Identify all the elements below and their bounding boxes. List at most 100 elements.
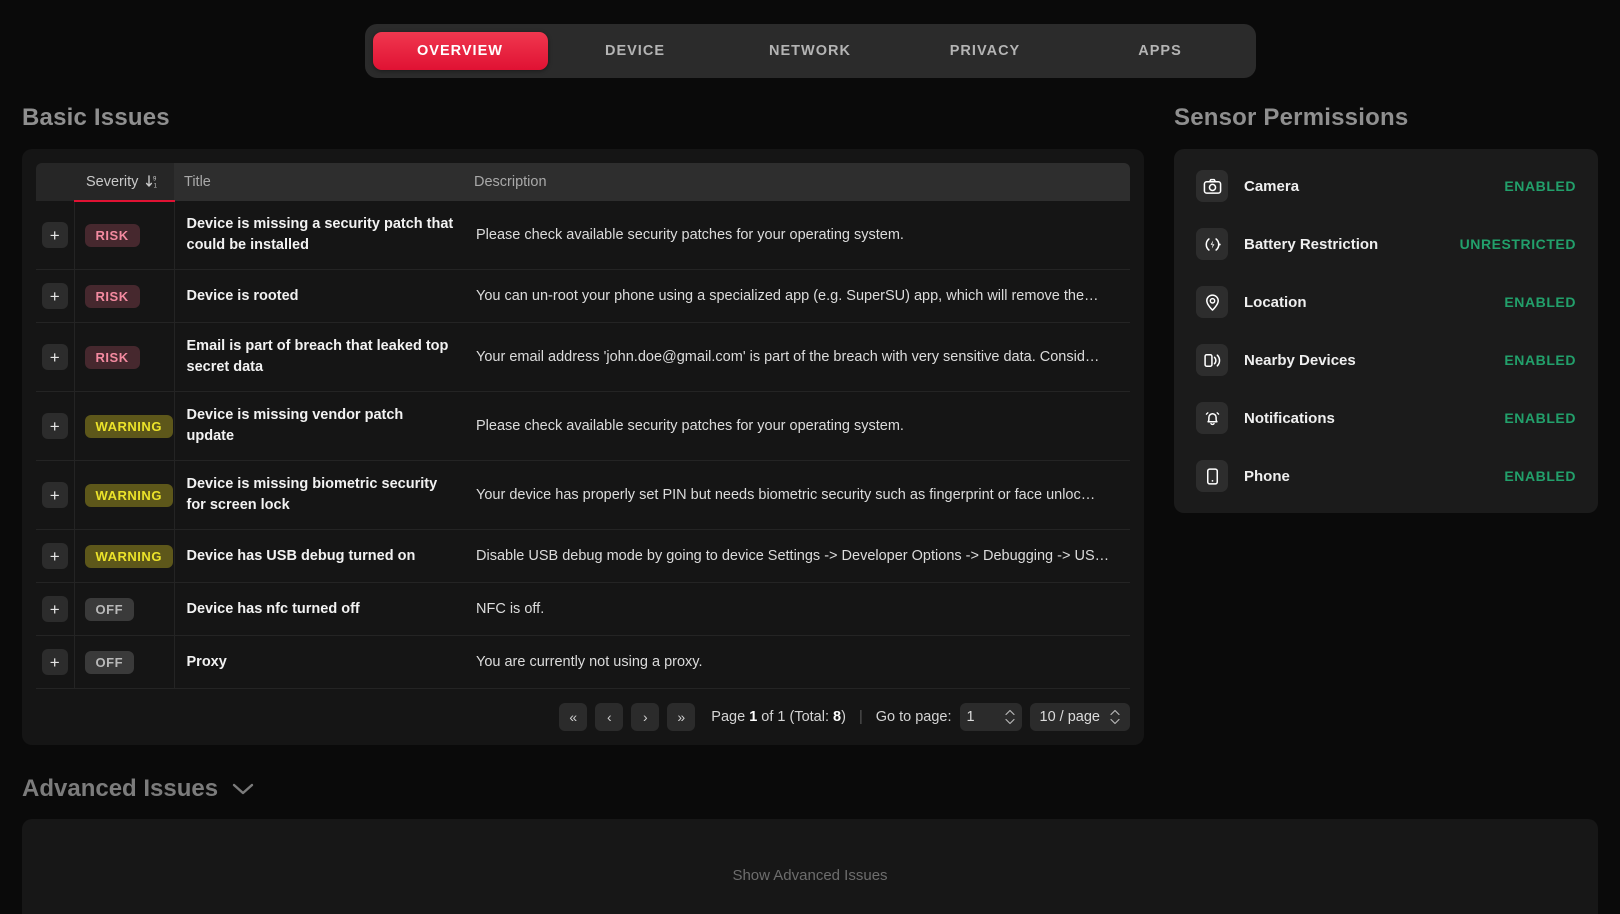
- table-row: + WARNING Device is missing vendor patch u…: [36, 391, 1130, 461]
- page-title: Basic Issues: [22, 104, 170, 131]
- column-header-title[interactable]: Title: [174, 163, 464, 201]
- status-badge: WARNING: [84, 544, 173, 568]
- pagination-last-button[interactable]: »: [667, 703, 696, 732]
- expand-cell: +: [36, 529, 74, 583]
- issue-title: Email is part of breach that leaked top …: [174, 322, 464, 392]
- chevron-down-icon[interactable]: [232, 782, 254, 796]
- nearby-devices-icon: [1196, 344, 1228, 376]
- pagination-divider: |: [858, 709, 863, 726]
- issue-title: Device is missing vendor patch update: [174, 391, 464, 461]
- table-row: + OFF Proxy You are currently not using a p…: [36, 635, 1130, 689]
- pagination-prev-button[interactable]: ‹: [595, 703, 624, 732]
- sensor-permission-row[interactable]: Battery Restriction UNRESTRICTED: [1196, 215, 1576, 273]
- sensor-permission-row[interactable]: Phone ENABLED: [1196, 447, 1576, 505]
- sensor-permission-row[interactable]: Notifications ENABLED: [1196, 389, 1576, 447]
- expand-cell: +: [36, 582, 74, 636]
- table-row: + WARNING Device is missing biometric secu…: [36, 460, 1130, 530]
- expand-cell: +: [36, 201, 74, 270]
- sensor-permissions-title: Sensor Permissions: [1174, 104, 1409, 131]
- sort-descending-icon[interactable]: 9 1: [145, 174, 159, 189]
- sensor-status: ENABLED: [1504, 468, 1576, 484]
- pagination-next-button[interactable]: ›: [631, 703, 660, 732]
- issue-title: Device is rooted: [174, 269, 464, 323]
- severity-cell: WARNING: [73, 529, 175, 583]
- issue-description: You can un-root your phone using a speci…: [464, 269, 1130, 323]
- sensor-status: ENABLED: [1504, 410, 1576, 426]
- status-badge: WARNING: [84, 483, 173, 507]
- table-row: + WARNING Device has USB debug turned on Di…: [36, 529, 1130, 583]
- table-row: + RISK Device is rooted You can un-root you…: [36, 269, 1130, 323]
- show-advanced-issues-label: Show Advanced Issues: [732, 866, 888, 884]
- table-body: + RISK Device is missing a security patch …: [36, 201, 1130, 689]
- chevron-updown-icon[interactable]: [1110, 709, 1120, 725]
- tab-network[interactable]: NETWORK: [723, 32, 898, 70]
- expand-cell: +: [36, 460, 74, 530]
- sensor-permission-row[interactable]: Location ENABLED: [1196, 273, 1576, 331]
- tabbar: OVERVIEW DEVICE NETWORK PRIVACY APPS: [364, 24, 1256, 78]
- basic-issues-column: Basic Issues Severity 9 1 Title Descript…: [22, 104, 1144, 746]
- severity-cell: RISK: [73, 201, 175, 270]
- status-badge: RISK: [84, 284, 140, 308]
- pagination: « ‹ › » Page 1 of 1 (Total: 8) | Go to p…: [36, 688, 1130, 745]
- sensor-permissions-card: Camera ENABLED Battery Restriction UNRESTRI…: [1174, 149, 1598, 513]
- sensor-label: Nearby Devices: [1244, 351, 1356, 369]
- severity-cell: RISK: [73, 269, 175, 323]
- expand-row-button[interactable]: +: [41, 413, 68, 440]
- table-row: + RISK Device is missing a security patch …: [36, 201, 1130, 270]
- stepper-icon[interactable]: [1004, 709, 1015, 725]
- camera-icon: [1196, 170, 1228, 202]
- pagination-first-button[interactable]: «: [559, 703, 588, 732]
- goto-page-label: Go to page:: [875, 709, 952, 726]
- sensor-label: Notifications: [1244, 409, 1335, 427]
- severity-cell: WARNING: [73, 460, 175, 530]
- expand-row-button[interactable]: +: [41, 482, 68, 509]
- page-size-select[interactable]: 10 / page: [1029, 703, 1130, 732]
- status-badge: OFF: [84, 650, 135, 674]
- sensor-permission-row[interactable]: Camera ENABLED: [1196, 157, 1576, 215]
- tab-overview[interactable]: OVERVIEW: [372, 32, 548, 70]
- expand-row-button[interactable]: +: [41, 649, 68, 676]
- column-header-severity[interactable]: Severity 9 1: [74, 163, 174, 202]
- sensor-status: ENABLED: [1504, 178, 1576, 194]
- main-content: Basic Issues Severity 9 1 Title Descript…: [0, 104, 1620, 746]
- severity-cell: OFF: [73, 582, 175, 636]
- svg-text:1: 1: [154, 183, 158, 189]
- expand-row-button[interactable]: +: [41, 543, 68, 570]
- pagination-total: 8: [833, 709, 842, 726]
- advanced-issues-panel[interactable]: Show Advanced Issues: [22, 819, 1598, 914]
- tab-device[interactable]: DEVICE: [548, 32, 723, 70]
- issue-title: Device has USB debug turned on: [174, 529, 464, 583]
- issue-description: Your email address 'john.doe@gmail.com' …: [464, 322, 1130, 392]
- issue-title: Device has nfc turned off: [174, 582, 464, 636]
- status-badge: OFF: [84, 597, 135, 621]
- sensor-status: ENABLED: [1504, 352, 1576, 368]
- sensor-status: UNRESTRICTED: [1459, 236, 1576, 252]
- issue-description: You are currently not using a proxy.: [464, 635, 1130, 689]
- issue-description: Disable USB debug mode by going to devic…: [464, 529, 1130, 583]
- tab-apps[interactable]: APPS: [1073, 32, 1248, 70]
- battery-icon: [1196, 228, 1228, 260]
- advanced-issues-header[interactable]: Advanced Issues: [22, 775, 1620, 803]
- issue-description: Please check available security patches …: [464, 391, 1130, 461]
- column-header-description[interactable]: Description: [464, 163, 1130, 201]
- issue-title: Device is missing biometric security for…: [174, 460, 464, 530]
- expand-row-button[interactable]: +: [41, 222, 68, 249]
- sensor-permission-row[interactable]: Nearby Devices ENABLED: [1196, 331, 1576, 389]
- expand-row-button[interactable]: +: [41, 283, 68, 310]
- status-badge: WARNING: [84, 414, 173, 438]
- issue-description: Please check available security patches …: [476, 227, 904, 244]
- tab-privacy[interactable]: PRIVACY: [898, 32, 1073, 70]
- sensor-label: Camera: [1244, 177, 1300, 195]
- goto-page-input[interactable]: 1: [959, 703, 1022, 732]
- sensor-label: Battery Restriction: [1244, 235, 1379, 253]
- expand-row-button[interactable]: +: [41, 344, 68, 371]
- location-pin-icon: [1196, 286, 1228, 318]
- page-size-value: 10 / page: [1039, 709, 1100, 726]
- column-header-severity-label: Severity: [86, 173, 139, 190]
- bell-icon: [1196, 402, 1228, 434]
- pagination-info: Page 1 of 1 (Total: 8): [711, 709, 846, 726]
- expand-row-button[interactable]: +: [41, 596, 68, 623]
- expand-cell: +: [36, 635, 74, 689]
- issues-table: Severity 9 1 Title Description + RISK De…: [36, 163, 1130, 689]
- advanced-issues-title: Advanced Issues: [22, 775, 219, 803]
